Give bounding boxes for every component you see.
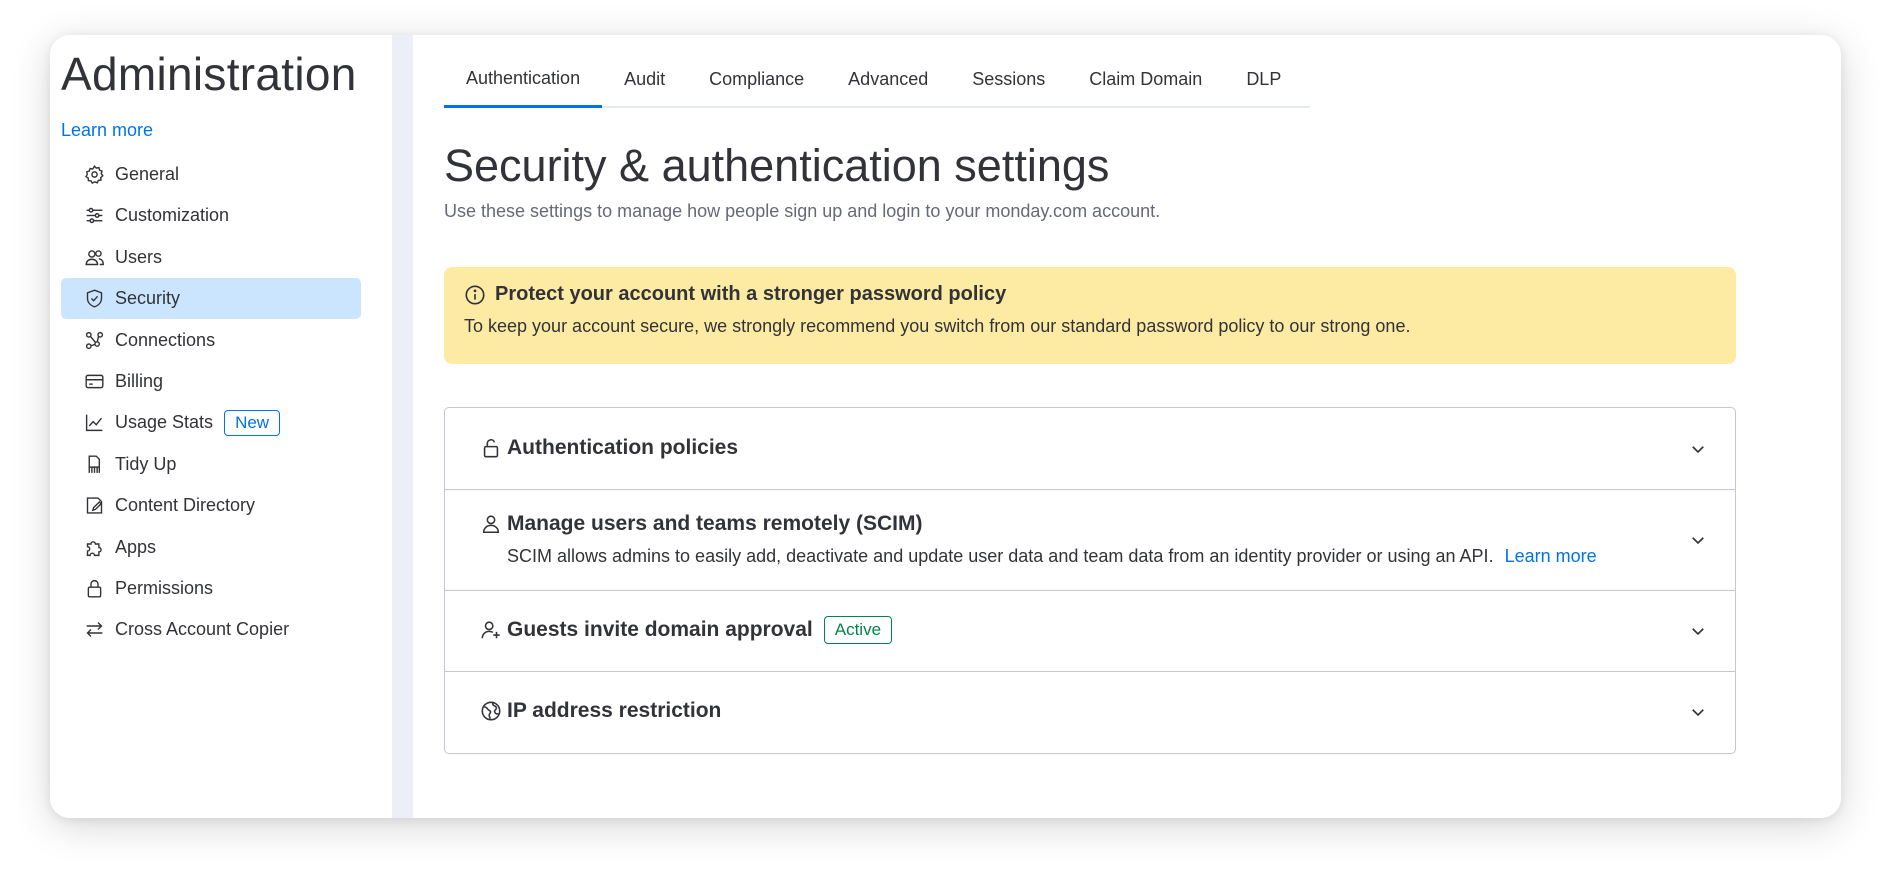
user-icon <box>480 513 502 535</box>
tab-compliance[interactable]: Compliance <box>687 52 826 106</box>
sidebar-nav: General Customization Users Security Con… <box>61 154 361 651</box>
settings-accordion: Authentication policies Manage users and… <box>444 407 1736 754</box>
sidebar-item-label: Permissions <box>115 577 214 598</box>
page-subtitle: Use these settings to manage how people … <box>444 201 1161 221</box>
sidebar-item-usage-stats[interactable]: Usage Stats New <box>61 402 361 443</box>
info-icon <box>464 284 486 306</box>
page-title: Security & authentication settings <box>444 140 1110 191</box>
sidebar-item-label: General <box>115 164 180 184</box>
connections-icon <box>83 329 105 351</box>
section-scim[interactable]: Manage users and teams remotely (SCIM) S… <box>445 490 1735 591</box>
section-title: Manage users and teams remotely (SCIM) <box>507 512 923 535</box>
sidebar-title: Administration <box>61 48 357 100</box>
sidebar-divider <box>392 35 413 818</box>
section-ip-address-restriction[interactable]: IP address restriction <box>445 672 1735 753</box>
sidebar-item-customization[interactable]: Customization <box>61 195 361 236</box>
sidebar-item-label: Security <box>115 288 181 309</box>
chevron-down-icon[interactable] <box>1689 531 1707 549</box>
status-badge: Active <box>823 615 893 645</box>
tab-advanced[interactable]: Advanced <box>826 52 950 106</box>
sidebar-item-label: Usage Stats <box>115 412 214 433</box>
tab-claim-domain[interactable]: Claim Domain <box>1067 52 1224 106</box>
new-badge: New <box>224 409 281 437</box>
password-policy-alert: Protect your account with a stronger pas… <box>444 267 1736 364</box>
sidebar-item-label: Apps <box>115 536 157 557</box>
sidebar-item-connections[interactable]: Connections <box>61 320 361 361</box>
chevron-down-icon[interactable] <box>1689 703 1707 721</box>
sidebar-item-label: Users <box>115 246 163 267</box>
section-title: Guests invite domain approval <box>507 618 813 641</box>
tab-authentication[interactable]: Authentication <box>444 52 603 108</box>
sidebar-item-security[interactable]: Security <box>61 278 361 320</box>
learn-more-link[interactable]: Learn more <box>61 120 153 141</box>
section-title: Authentication policies <box>507 435 739 459</box>
main-content: Authentication Audit Compliance Advanced… <box>413 35 1841 818</box>
tab-sessions[interactable]: Sessions <box>950 52 1067 106</box>
alert-text: To keep your account secure, we strongly… <box>464 316 1411 336</box>
sidebar-item-label: Tidy Up <box>115 453 177 474</box>
directory-icon <box>83 495 105 517</box>
sidebar-item-users[interactable]: Users <box>61 237 361 278</box>
sidebar-item-label: Connections <box>115 329 216 350</box>
gear-icon <box>83 164 105 186</box>
section-guests-invite-domain-approval[interactable]: Guests invite domain approval Active <box>445 591 1735 672</box>
section-description: SCIM allows admins to easily add, deacti… <box>507 546 1494 566</box>
unlock-icon <box>480 437 502 459</box>
globe-icon <box>480 700 502 722</box>
section-title: IP address restriction <box>507 699 722 722</box>
chart-line-icon <box>83 412 105 434</box>
sidebar-item-permissions[interactable]: Permissions <box>61 568 361 609</box>
user-add-icon <box>480 619 502 641</box>
alert-title: Protect your account with a stronger pas… <box>495 283 1007 305</box>
sidebar-item-label: Customization <box>115 205 230 226</box>
sidebar-item-label: Cross Account Copier <box>115 619 290 640</box>
arrows-swap-icon <box>83 619 105 641</box>
sliders-icon <box>83 205 105 227</box>
puzzle-icon <box>83 536 105 558</box>
tab-dlp[interactable]: DLP <box>1224 52 1303 106</box>
sidebar-item-cross-account-copier[interactable]: Cross Account Copier <box>61 609 361 650</box>
sidebar-item-label: Billing <box>115 370 164 391</box>
sidebar: Administration Learn more General Custom… <box>50 35 392 818</box>
chevron-down-icon[interactable] <box>1689 622 1707 640</box>
tab-audit[interactable]: Audit <box>602 52 687 106</box>
lock-icon <box>83 577 105 599</box>
sidebar-item-billing[interactable]: Billing <box>61 361 361 402</box>
sidebar-item-apps[interactable]: Apps <box>61 527 361 568</box>
chevron-down-icon[interactable] <box>1689 440 1707 458</box>
users-icon <box>83 246 105 268</box>
shield-icon <box>83 288 105 310</box>
admin-window: Administration Learn more General Custom… <box>50 35 1841 818</box>
tab-bar: Authentication Audit Compliance Advanced… <box>444 52 1310 108</box>
section-authentication-policies[interactable]: Authentication policies <box>445 408 1735 490</box>
sidebar-item-label: Content Directory <box>115 495 256 516</box>
credit-card-icon <box>83 370 105 392</box>
sidebar-item-general[interactable]: General <box>61 154 361 195</box>
sidebar-item-content-directory[interactable]: Content Directory <box>61 485 361 526</box>
sidebar-item-tidy-up[interactable]: Tidy Up <box>61 444 361 485</box>
scim-learn-more-link[interactable]: Learn more <box>1505 546 1597 566</box>
broom-icon <box>83 453 105 475</box>
